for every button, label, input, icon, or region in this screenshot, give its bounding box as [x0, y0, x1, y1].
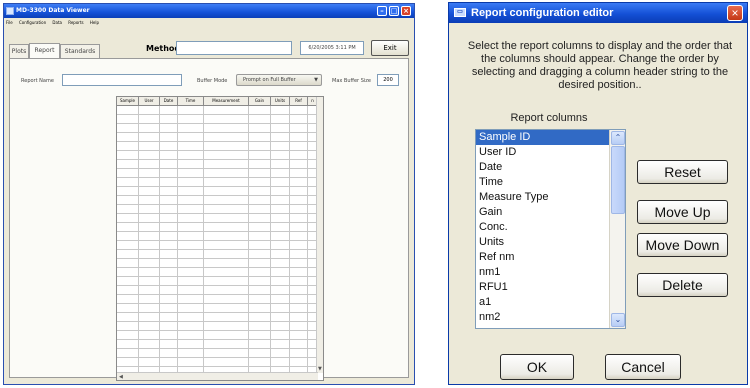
menu-data[interactable]: Data	[52, 20, 62, 25]
menu-file[interactable]: File	[6, 20, 13, 25]
dialog-title: Report configuration editor	[471, 7, 614, 19]
buffer-mode-select[interactable]: Prompt on Full Buffer ▼	[236, 74, 322, 86]
list-item-date[interactable]: Date	[476, 160, 609, 175]
report-name-input[interactable]	[62, 74, 182, 86]
dialog-titlebar: ▭ Report configuration editor ×	[449, 3, 747, 23]
grid-col-units[interactable]: Units	[271, 97, 290, 106]
tab-standards[interactable]: Standards	[60, 44, 100, 58]
max-buffer-size-label: Max Buffer Size	[332, 78, 371, 84]
menu-help[interactable]: Help	[90, 20, 99, 25]
report-config-dialog: ▭ Report configuration editor × Select t…	[448, 2, 748, 385]
max-buffer-size-input[interactable]: 200	[377, 74, 399, 86]
buffer-mode-label: Buffer Mode	[197, 78, 228, 84]
ok-button[interactable]: OK	[500, 354, 574, 380]
list-item-a1[interactable]: a1	[476, 295, 609, 310]
grid-col-user[interactable]: User	[139, 97, 160, 106]
move-down-button[interactable]: Move Down	[637, 233, 728, 257]
cancel-button[interactable]: Cancel	[605, 354, 681, 380]
data-viewer-title: MD-3300 Data Viewer	[16, 7, 90, 14]
method-input[interactable]	[176, 41, 292, 55]
close-icon[interactable]: ×	[727, 5, 743, 21]
list-item-time[interactable]: Time	[476, 175, 609, 190]
grid-horizontal-scrollbar[interactable]: ◀	[117, 372, 318, 380]
menu-bar: File Configuration Data Reports Help	[4, 18, 414, 27]
close-icon[interactable]: ×	[401, 6, 411, 16]
grid-col-sample[interactable]: Sample	[117, 97, 139, 106]
list-scrollbar[interactable]: ⌃ ⌄	[609, 130, 625, 328]
menu-configuration[interactable]: Configuration	[19, 20, 46, 25]
reset-button[interactable]: Reset	[637, 160, 728, 184]
scroll-thumb[interactable]	[611, 146, 625, 214]
list-item-ref-nm[interactable]: Ref nm	[476, 250, 609, 265]
grid-col-date[interactable]: Date	[160, 97, 178, 106]
tab-report[interactable]: Report	[29, 43, 60, 58]
scroll-up-icon[interactable]: ⌃	[611, 131, 625, 145]
data-viewer-window: MD-3300 Data Viewer – □ × File Configura…	[3, 3, 415, 385]
report-columns-list[interactable]: Sample ID User ID Date Time Measure Type…	[475, 129, 626, 329]
buffer-mode-value: Prompt on Full Buffer	[243, 77, 296, 83]
grid-header: Sample User Date Time Measurement Gain U…	[117, 97, 318, 106]
data-viewer-titlebar: MD-3300 Data Viewer – □ ×	[4, 4, 414, 18]
grid-col-ref[interactable]: Ref	[290, 97, 308, 106]
list-item-units[interactable]: Units	[476, 235, 609, 250]
list-item-gain[interactable]: Gain	[476, 205, 609, 220]
list-item-nm1[interactable]: nm1	[476, 265, 609, 280]
chevron-down-icon: ▼	[314, 77, 318, 83]
move-up-button[interactable]: Move Up	[637, 200, 728, 224]
list-item-measure-type[interactable]: Measure Type	[476, 190, 609, 205]
list-item-sample-id[interactable]: Sample ID	[476, 130, 609, 145]
list-item-user-id[interactable]: User ID	[476, 145, 609, 160]
delete-button[interactable]: Delete	[637, 273, 728, 297]
grid-col-time[interactable]: Time	[178, 97, 204, 106]
report-grid[interactable]: Sample User Date Time Measurement Gain U…	[116, 96, 324, 381]
report-name-label: Report Name	[21, 78, 54, 84]
report-columns-label: Report columns	[510, 112, 588, 124]
scroll-down-icon[interactable]: ▼	[318, 366, 322, 372]
minimize-icon[interactable]: –	[377, 6, 387, 16]
grid-vertical-scrollbar[interactable]: ▼	[316, 97, 323, 373]
list-item-nm2[interactable]: nm2	[476, 310, 609, 325]
grid-col-measurement[interactable]: Measurement	[204, 97, 249, 106]
list-item-rfu1[interactable]: RFU1	[476, 280, 609, 295]
dialog-instructions: Select the report columns to display and…	[467, 40, 733, 91]
grid-body[interactable]	[117, 106, 317, 372]
grid-col-gain[interactable]: Gain	[249, 97, 271, 106]
datetime-display: 6/20/2005 3:11 PM	[300, 41, 364, 55]
scroll-left-icon[interactable]: ◀	[119, 374, 123, 380]
menu-reports[interactable]: Reports	[68, 20, 83, 25]
exit-button[interactable]: Exit	[371, 40, 409, 56]
app-icon	[6, 7, 14, 15]
list-item-conc[interactable]: Conc.	[476, 220, 609, 235]
maximize-icon[interactable]: □	[389, 6, 399, 16]
tab-plots[interactable]: Plots	[9, 44, 29, 58]
dialog-app-icon: ▭	[454, 8, 466, 17]
scroll-down-icon[interactable]: ⌄	[611, 313, 625, 327]
